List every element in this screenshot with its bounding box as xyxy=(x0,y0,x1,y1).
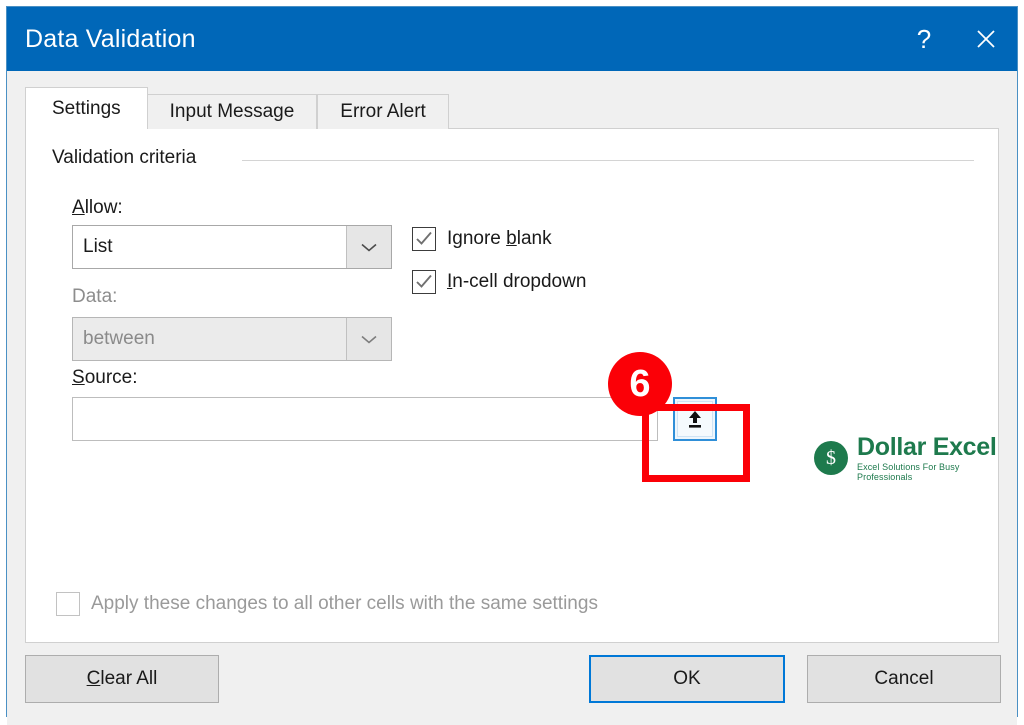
tab-error-alert-label: Error Alert xyxy=(340,101,426,123)
ignore-blank-label: Ignore blank xyxy=(447,228,552,250)
chevron-down-icon[interactable] xyxy=(346,226,391,268)
tab-error-alert[interactable]: Error Alert xyxy=(317,94,449,129)
in-cell-suffix: n-cell dropdown xyxy=(452,271,586,292)
checkbox-unchecked-icon xyxy=(56,592,80,616)
logo-name: Dollar Excel xyxy=(857,434,998,460)
cancel-button[interactable]: Cancel xyxy=(807,655,1001,703)
allow-label-mnemonic: A xyxy=(72,197,85,218)
allow-dropdown-value: List xyxy=(73,226,346,268)
clear-all-label: Clear All xyxy=(87,668,158,690)
data-label-mnemonic: D xyxy=(72,286,86,307)
in-cell-dropdown-checkbox[interactable]: In-cell dropdown xyxy=(412,270,586,294)
apply-to-all-label: Apply these changes to all other cells w… xyxy=(91,593,598,615)
validation-criteria-label: Validation criteria xyxy=(52,147,206,169)
chevron-down-icon-data xyxy=(346,318,391,360)
tab-settings-label: Settings xyxy=(52,98,121,120)
data-dropdown: between xyxy=(72,317,392,361)
data-validation-dialog: Data Validation ? Settings Input Message… xyxy=(6,6,1018,717)
checkbox-checked-icon xyxy=(412,227,436,251)
ignore-blank-prefix: Ignore xyxy=(447,228,506,249)
cancel-label: Cancel xyxy=(874,668,933,690)
source-label-mnemonic: S xyxy=(72,367,85,388)
ignore-blank-mnemonic: b xyxy=(506,228,517,249)
title-bar: Data Validation ? xyxy=(7,7,1017,71)
dialog-body: Settings Input Message Error Alert Valid… xyxy=(7,71,1017,643)
dialog-title: Data Validation xyxy=(25,25,196,54)
settings-tab-panel: Validation criteria Allow: List Data: xyxy=(25,128,999,643)
annotation-step-badge: 6 xyxy=(608,352,672,416)
source-label-rest: ource: xyxy=(85,367,138,388)
allow-label: Allow: xyxy=(72,197,123,219)
data-label-rest: ata: xyxy=(86,286,118,307)
logo-text: Dollar Excel Excel Solutions For Busy Pr… xyxy=(857,434,998,482)
clear-all-button[interactable]: Clear All xyxy=(25,655,219,703)
tab-settings[interactable]: Settings xyxy=(25,87,148,129)
checkbox-checked-icon-2 xyxy=(412,270,436,294)
allow-dropdown[interactable]: List xyxy=(72,225,392,269)
source-input[interactable] xyxy=(72,397,658,441)
tab-strip: Settings Input Message Error Alert xyxy=(25,87,999,129)
dollar-excel-logo: $ Dollar Excel Excel Solutions For Busy … xyxy=(814,434,998,482)
in-cell-dropdown-label: In-cell dropdown xyxy=(447,271,586,293)
source-collapse-button[interactable] xyxy=(673,397,717,441)
logo-tagline: Excel Solutions For Busy Professionals xyxy=(857,462,998,482)
dialog-footer: Clear All OK Cancel xyxy=(7,643,1017,725)
clear-all-suffix: lear All xyxy=(100,668,157,689)
collapse-arrow-icon xyxy=(677,401,713,437)
apply-to-all-checkbox: Apply these changes to all other cells w… xyxy=(56,592,598,616)
ok-label: OK xyxy=(673,668,700,690)
close-icon[interactable] xyxy=(955,7,1017,71)
dollar-coin-icon: $ xyxy=(814,441,848,475)
ignore-blank-checkbox[interactable]: Ignore blank xyxy=(412,227,552,251)
data-label: Data: xyxy=(72,286,117,308)
clear-all-mnemonic: C xyxy=(87,668,101,689)
tab-input-message-label: Input Message xyxy=(170,101,295,123)
ignore-blank-suffix: lank xyxy=(517,228,552,249)
ok-button[interactable]: OK xyxy=(589,655,785,703)
group-divider xyxy=(242,160,974,161)
allow-label-rest: llow: xyxy=(85,197,123,218)
tab-input-message[interactable]: Input Message xyxy=(147,94,318,129)
data-dropdown-value: between xyxy=(73,318,346,360)
title-bar-buttons: ? xyxy=(893,7,1017,71)
source-label: Source: xyxy=(72,367,138,389)
help-icon[interactable]: ? xyxy=(893,7,955,71)
